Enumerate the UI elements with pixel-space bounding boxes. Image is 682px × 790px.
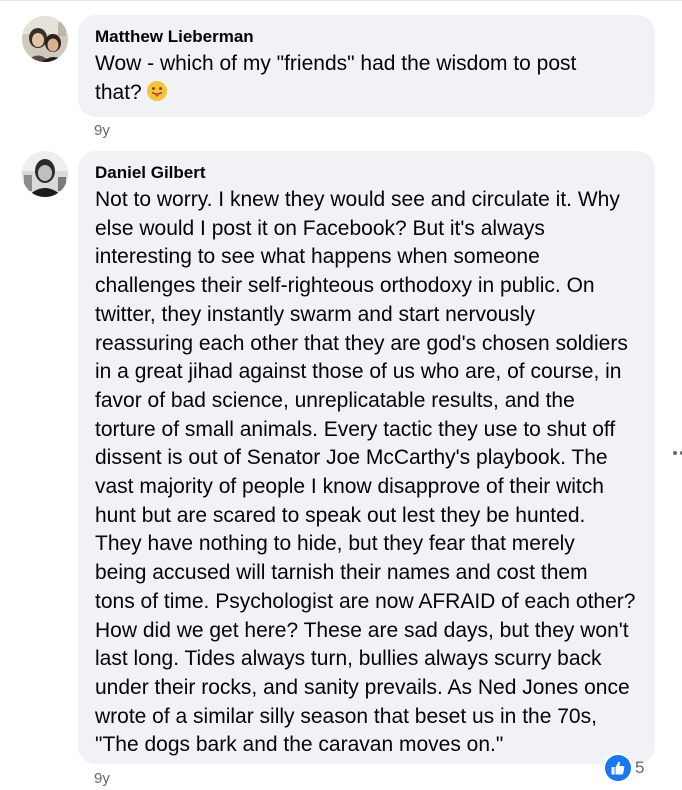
dot [673, 451, 677, 455]
comment-bubble: Daniel Gilbert Not to worry. I knew they… [78, 151, 655, 764]
reaction-summary[interactable]: 5 [605, 755, 644, 781]
tongue-out-emoji-icon [146, 80, 168, 111]
comment-text: Wow - which of my "friends" had the wisd… [95, 50, 637, 110]
more-options-icon[interactable] [673, 451, 682, 455]
comment-bubble: Matthew Lieberman Wow - which of my "fri… [78, 15, 655, 117]
reaction-count: 5 [635, 758, 645, 777]
avatar[interactable] [22, 151, 68, 197]
comment-author[interactable]: Matthew Lieberman [95, 26, 637, 48]
avatar[interactable] [22, 16, 68, 62]
comment-timestamp[interactable]: 9y [94, 122, 110, 140]
profile-photo [22, 16, 68, 62]
comment-text: Not to worry. I knew they would see and … [95, 188, 636, 757]
like-icon [605, 755, 631, 781]
comment-timestamp[interactable]: 9y [94, 770, 110, 788]
profile-photo [22, 151, 68, 197]
divider [0, 0, 682, 1]
comment-author[interactable]: Daniel Gilbert [95, 162, 637, 184]
